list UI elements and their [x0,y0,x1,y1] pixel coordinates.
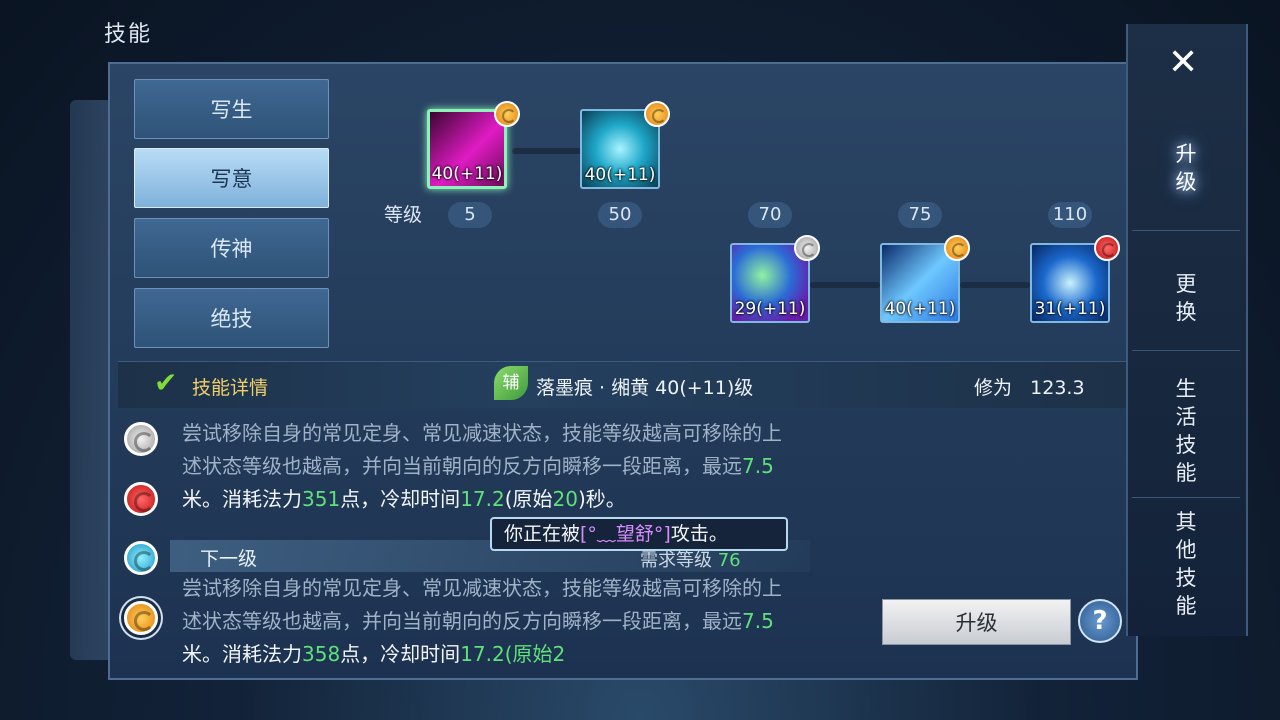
desc-text: )秒。 [577,487,626,511]
detail-title: 技能详情 [192,377,269,399]
tree-connector [810,282,880,288]
desc-value: 358 [302,642,341,664]
cultivation-label: 修为 [974,377,1013,399]
rank-red-icon[interactable] [124,482,158,516]
cultivation: 修为 123.3 [974,373,1085,400]
rank-badge-icon [1094,235,1120,261]
level-label: 等级 [384,204,423,226]
skill-level: 40(+11) [431,164,503,184]
desc-value: 17.2 [460,487,505,511]
tree-connector [512,148,582,154]
next-level-label: 下一级 [200,548,258,570]
skill-slot-1[interactable]: 40(+11) [427,109,507,189]
tab-jueji[interactable]: 绝技 [134,288,329,348]
skill-level: 31(+11) [1034,299,1106,319]
tab-chuanshen[interactable]: 传神 [134,218,329,278]
skill-name: 落墨痕 · 缃黄 40(+11)级 [536,377,754,399]
rank-grey-icon[interactable] [124,422,158,456]
rank-badge-icon [794,235,820,261]
next-description: 尝试移除自身的常见定身、常见减速状态，技能等级越高可移除的上述状态等级也越高，并… [182,572,782,664]
tooltip-suffix: 攻击。 [670,523,728,545]
rail-divider [1132,497,1240,498]
desc-text: 尝试移除自身的常见定身、常见减速状态，技能等级越高可移除的上述状态等级也越高，并… [182,576,782,633]
need-level-value: 76 [717,550,741,571]
current-description: 尝试移除自身的常见定身、常见减速状态，技能等级越高可移除的上述状态等级也越高，并… [182,417,782,532]
scroll-decoration [70,100,112,660]
desc-text: (原始 [504,487,553,511]
tab-xiesheng[interactable]: 写生 [134,79,329,139]
tab-xieyi[interactable]: 写意 [134,148,329,208]
checkmark-icon: ✔ [154,366,178,399]
tree-connector [960,282,1030,288]
help-icon[interactable]: ? [1078,599,1122,643]
desc-text: 点，冷却时间 [340,487,461,511]
window-title: 技能 [104,22,153,47]
desc-text: 米。消耗法力 [182,487,302,511]
rail-item-change[interactable]: 更换 [1172,270,1200,326]
tooltip-attacker: [°﹏望舒°] [580,523,671,545]
desc-value: 351 [302,487,341,511]
desc-text: 米。消耗法力 [182,642,302,664]
desc-text: (原始2 [504,642,566,664]
need-level-label: 需求等级 [640,550,712,571]
tooltip-prefix: 你正在被 [504,523,581,545]
upgrade-button[interactable]: 升级 [882,599,1071,645]
rank-orange-icon[interactable] [124,601,158,635]
level-mark: 70 [748,202,792,228]
level-mark: 75 [898,202,942,228]
rail-item-upgrade[interactable]: 升级 [1172,140,1200,196]
desc-text: 点，冷却时间 [340,642,461,664]
skill-level: 29(+11) [734,299,806,319]
skill-level: 40(+11) [584,165,656,185]
desc-value: 20 [552,487,578,511]
aux-tag-icon: 辅 [494,366,528,400]
rail-item-other-skills[interactable]: 其他技能 [1172,508,1200,620]
rank-badge-icon [944,235,970,261]
rail-item-life-skills[interactable]: 生活技能 [1172,375,1200,487]
combat-tooltip: 你正在被[°﹏望舒°]攻击。 [490,517,788,551]
cultivation-value: 123.3 [1030,377,1085,399]
level-mark: 5 [448,202,492,228]
rail-divider [1132,350,1240,351]
desc-text: 尝试移除自身的常见定身、常见减速状态，技能等级越高可移除的上述状态等级也越高，并… [182,421,782,478]
rank-badge-icon [644,101,670,127]
rank-badge-icon [494,101,520,127]
close-icon[interactable]: ✕ [1168,42,1198,83]
desc-value: 7.5 [742,609,774,633]
desc-value: 17.2 [460,642,505,664]
rail-divider [1132,230,1240,231]
level-mark: 110 [1048,202,1092,228]
desc-value: 7.5 [742,454,774,478]
rank-cyan-icon[interactable] [124,541,158,575]
skill-level: 40(+11) [884,299,956,319]
level-mark: 50 [598,202,642,228]
